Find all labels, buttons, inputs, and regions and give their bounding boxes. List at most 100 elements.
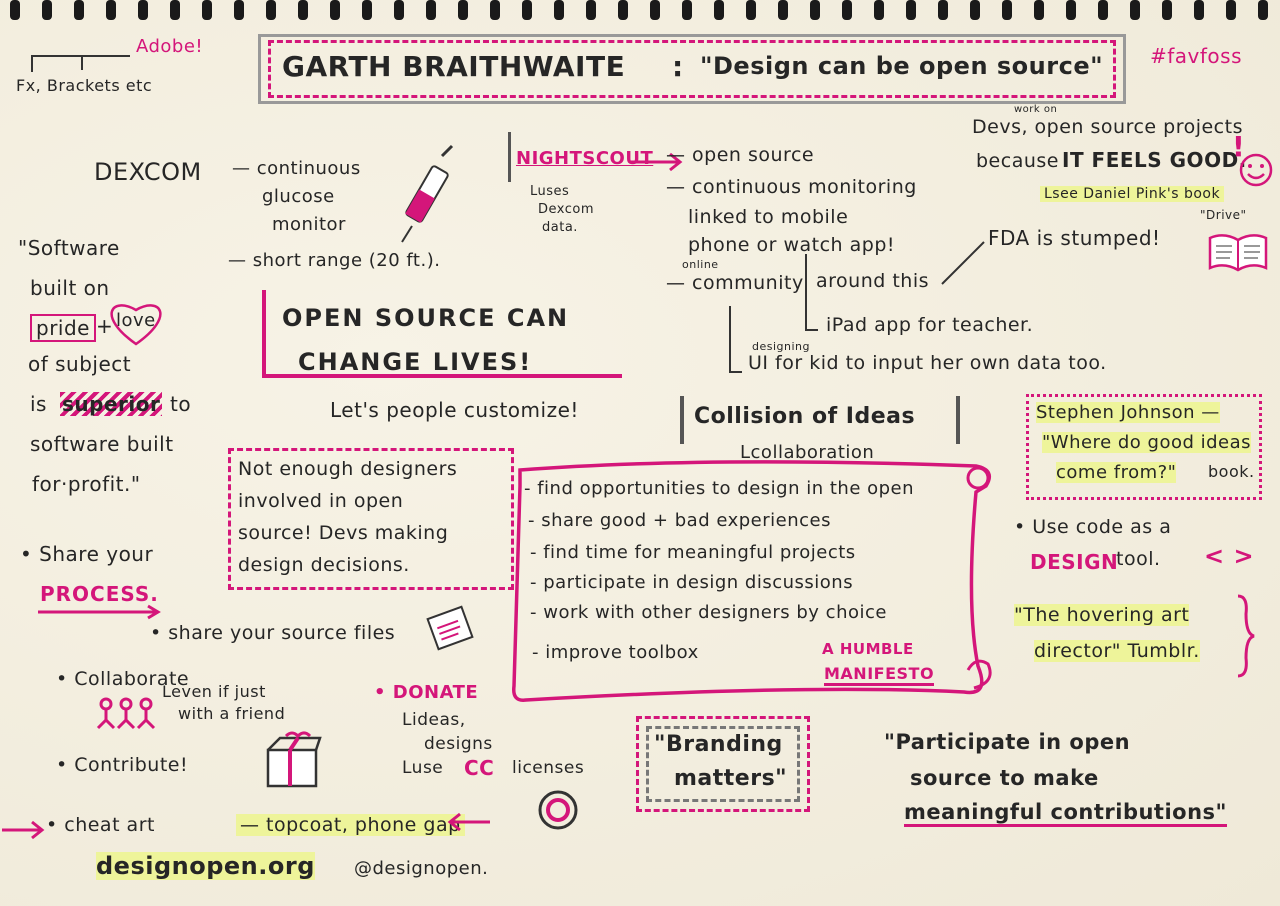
participate-line2: source to make xyxy=(910,766,1099,790)
manifesto-item-3: - find time for meaningful projects xyxy=(530,542,856,563)
nightscout-online: online xyxy=(682,258,719,271)
spiral-ring xyxy=(234,0,244,20)
software-superior: superior xyxy=(60,392,163,416)
process-share: • Share your xyxy=(20,542,154,566)
collision-title: Collision of Ideas xyxy=(694,404,916,429)
spiral-ring xyxy=(938,0,948,20)
cheat-arrow xyxy=(2,820,45,840)
spiral-ring xyxy=(1002,0,1012,20)
manifesto-label-2: MANIFESTO xyxy=(824,664,935,686)
spiral-ring xyxy=(842,0,852,20)
manifesto-item-5: - work with other designers by choice xyxy=(530,602,887,623)
sketchnote-page: GARTH BRAITHWAITE : "Design can be open … xyxy=(0,0,1280,906)
spiral-ring xyxy=(1194,0,1204,20)
title-separator: : xyxy=(672,50,684,83)
spiral-ring xyxy=(650,0,660,20)
johnson-line1: Stephen Johnson — xyxy=(1036,402,1220,423)
ui-bracket xyxy=(729,306,742,373)
spiral-ring xyxy=(298,0,308,20)
process-cc: CC xyxy=(464,756,495,780)
spiral-ring xyxy=(810,0,820,20)
spiral-ring xyxy=(202,0,212,20)
dexcom-desc2: glucose xyxy=(262,186,335,207)
process-label: PROCESS. xyxy=(40,582,159,606)
devs-line1: Devs, open source projects xyxy=(972,116,1243,138)
spiral-ring xyxy=(1098,0,1108,20)
manifesto-item-1: - find opportunities to design in the op… xyxy=(524,478,915,499)
syringe-icon xyxy=(401,144,454,243)
devs-feels-good: IT FEELS GOOD. xyxy=(1062,148,1247,172)
process-arrow xyxy=(38,604,161,620)
gift-icon xyxy=(266,731,322,788)
spiral-ring xyxy=(362,0,372,20)
branding-line2: matters" xyxy=(674,766,788,791)
adobe-products: Fx, Brackets etc xyxy=(16,76,153,95)
cheat-line2: — topcoat, phone gap xyxy=(236,814,465,836)
adobe-connector xyxy=(31,55,130,72)
nightscout-uses2: Dexcom xyxy=(538,202,595,217)
spiral-ring xyxy=(1226,0,1236,20)
community-bracket xyxy=(805,254,818,331)
software-to: to xyxy=(170,392,192,416)
cheat-line1: • cheat art xyxy=(46,814,155,836)
code-line1: • Use code as a xyxy=(1014,516,1172,538)
dexcom-range: — short range (20 ft.). xyxy=(228,250,441,271)
devs-pink-book: Lsee Daniel Pink's book xyxy=(1040,186,1225,202)
spiral-ring xyxy=(394,0,404,20)
process-ideas: Lideas, xyxy=(402,710,466,730)
spiral-ring xyxy=(714,0,724,20)
process-contribute: • Contribute! xyxy=(56,754,189,776)
spiral-ring xyxy=(586,0,596,20)
not-enough-line4: design decisions. xyxy=(238,554,410,576)
process-donate: • DONATE xyxy=(374,682,479,703)
nightscout-point5: — community xyxy=(666,272,804,294)
not-enough-line2: involved in open xyxy=(238,490,404,512)
nightscout-point1: — open source xyxy=(666,144,815,166)
software-love: love xyxy=(116,310,156,331)
spiral-ring xyxy=(1130,0,1140,20)
nightscout-uses1: Luses xyxy=(530,184,570,199)
hovering-line2: director" Tumblr. xyxy=(1034,640,1200,662)
spiral-ring xyxy=(138,0,148,20)
spiral-ring xyxy=(490,0,500,20)
spiral-ring xyxy=(426,0,436,20)
nightscout-point8: UI for kid to input her own data too. xyxy=(748,352,1107,374)
dexcom-name: DEXCOM xyxy=(94,158,202,186)
dexcom-desc1: — continuous xyxy=(232,158,361,179)
nightscout-bracket xyxy=(508,132,513,182)
twitter-handle[interactable]: @designopen. xyxy=(354,858,488,879)
title-quote: "Design can be open source" xyxy=(700,52,1104,80)
fda-connector xyxy=(941,241,985,285)
nightscout-point2: — continuous monitoring xyxy=(666,176,917,198)
participate-line3: meaningful contributions" xyxy=(904,800,1227,827)
not-enough-line1: Not enough designers xyxy=(238,458,458,480)
book-icon xyxy=(1208,234,1268,272)
spiral-ring xyxy=(42,0,52,20)
spiral-ring xyxy=(746,0,756,20)
johnson-line2: "Where do good ideas xyxy=(1042,432,1252,453)
software-line1: "Software xyxy=(18,236,120,260)
johnson-line3: come from?" xyxy=(1056,462,1177,483)
manifesto-item-2: - share good + bad experiences xyxy=(528,510,831,531)
software-line6: for·profit." xyxy=(32,472,141,496)
devs-drive: "Drive" xyxy=(1200,208,1247,222)
spiral-ring xyxy=(522,0,532,20)
manifesto-item-4: - participate in design discussions xyxy=(530,572,854,593)
spiral-ring xyxy=(682,0,692,20)
spiral-ring xyxy=(1066,0,1076,20)
spiral-binding xyxy=(10,0,1268,20)
process-use: Luse xyxy=(402,758,444,778)
spiral-ring xyxy=(1258,0,1268,20)
spiral-ring xyxy=(106,0,116,20)
cc-logo-icon xyxy=(538,790,578,830)
nightscout-uses3: data. xyxy=(542,220,578,235)
software-line3: of subject xyxy=(28,352,132,376)
spiral-ring xyxy=(170,0,180,20)
participate-line1: "Participate in open xyxy=(884,730,1131,754)
site-link[interactable]: designopen.org xyxy=(96,852,315,880)
file-icon xyxy=(426,605,474,651)
cheat-back-arrow xyxy=(447,812,490,832)
title-speaker: GARTH BRAITHWAITE xyxy=(282,50,626,83)
hovering-brace xyxy=(1237,594,1255,678)
smiley-icon xyxy=(1239,153,1273,187)
